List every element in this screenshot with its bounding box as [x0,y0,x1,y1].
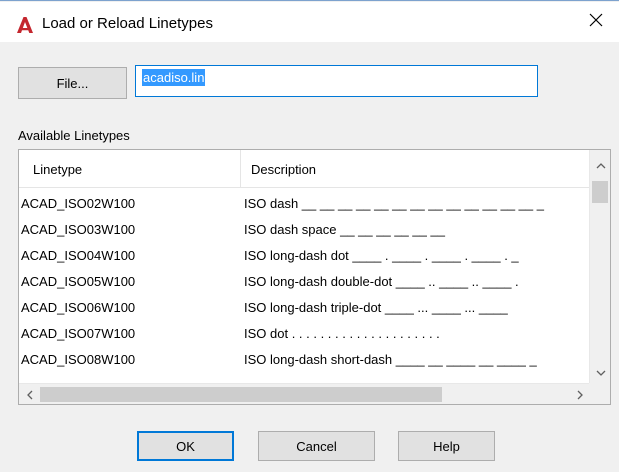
list-item[interactable]: ACAD_ISO06W100 ISO long-dash triple-dot … [19,295,590,320]
load-linetypes-dialog: Load or Reload Linetypes File... acadiso… [0,0,619,472]
ok-button-label: OK [176,438,195,454]
linetype-description: ISO long-dash short-dash ____ __ ____ __… [244,352,537,367]
vertical-scroll-thumb[interactable] [592,181,608,203]
scroll-up-icon[interactable] [590,156,610,176]
help-button-label: Help [433,438,460,454]
linetype-description: ISO dot . . . . . . . . . . . . . . . . … [244,326,440,341]
column-divider[interactable] [240,150,241,188]
linetype-name: ACAD_ISO05W100 [21,274,136,289]
cancel-button[interactable]: Cancel [258,431,375,461]
linetype-description: ISO long-dash triple-dot ____ ... ____ .… [244,300,508,315]
list-item[interactable]: ACAD_ISO08W100 ISO long-dash short-dash … [19,347,590,372]
column-header-description[interactable]: Description [251,150,316,188]
cancel-button-label: Cancel [296,438,337,454]
autocad-logo-icon [16,16,34,34]
ok-button[interactable]: OK [137,431,234,461]
linetype-description: ISO long-dash dot ____ . ____ . ____ . _… [244,248,519,263]
scroll-left-icon[interactable] [19,384,40,404]
close-icon [589,13,603,30]
file-button[interactable]: File... [18,67,127,99]
close-button[interactable] [573,2,619,40]
linetype-name: ACAD_ISO02W100 [21,196,136,211]
horizontal-scroll-thumb[interactable] [40,387,442,402]
list-header: Linetype Description [19,150,590,188]
list-item[interactable]: ACAD_ISO04W100 ISO long-dash dot ____ . … [19,243,590,268]
file-button-label: File... [56,75,89,91]
linetype-list[interactable]: Linetype Description ACAD_ISO02W100 ISO … [18,149,611,405]
linetype-description: ISO long-dash double-dot ____ .. ____ ..… [244,274,519,289]
scroll-down-icon[interactable] [590,363,610,383]
filename-value: acadiso.lin [142,69,206,86]
column-header-linetype[interactable]: Linetype [33,150,82,188]
linetype-name: ACAD_ISO04W100 [21,248,136,263]
help-button[interactable]: Help [398,431,495,461]
list-item[interactable]: ACAD_ISO02W100 ISO dash __ __ __ __ __ _… [19,191,590,216]
linetype-name: ACAD_ISO07W100 [21,326,136,341]
scrollbar-corner [589,383,610,404]
window-title: Load or Reload Linetypes [42,15,213,32]
linetype-name: ACAD_ISO06W100 [21,300,136,315]
linetype-name: ACAD_ISO03W100 [21,222,136,237]
horizontal-scrollbar[interactable] [19,383,590,404]
list-item[interactable]: ACAD_ISO03W100 ISO dash space __ __ __ _… [19,217,590,242]
scroll-right-icon[interactable] [569,384,590,404]
filename-input[interactable]: acadiso.lin [135,65,538,97]
linetype-description: ISO dash __ __ __ __ __ __ __ __ __ __ _… [244,196,544,211]
linetype-description: ISO dash space __ __ __ __ __ __ [244,222,445,237]
available-linetypes-label: Available Linetypes [18,128,130,143]
linetype-name: ACAD_ISO08W100 [21,352,136,367]
vertical-scrollbar[interactable] [589,150,610,383]
title-bar: Load or Reload Linetypes [0,2,619,42]
list-item[interactable]: ACAD_ISO05W100 ISO long-dash double-dot … [19,269,590,294]
list-item[interactable]: ACAD_ISO07W100 ISO dot . . . . . . . . .… [19,321,590,346]
